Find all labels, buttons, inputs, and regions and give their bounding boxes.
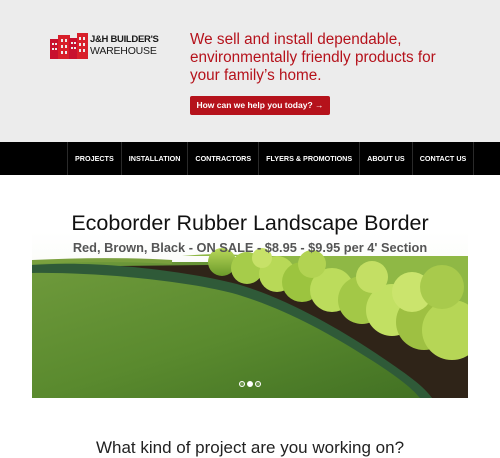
nav-item-about-us[interactable]: ABOUT US [359, 142, 412, 175]
help-cta-button[interactable]: How can we help you today? → [190, 96, 330, 115]
nav-item-installation[interactable]: INSTALLATION [120, 142, 188, 175]
carousel-dot[interactable] [255, 381, 261, 387]
site-header: J&H BUILDER'S WAREHOUSE We sell and inst… [0, 0, 500, 142]
garden-border-photo [32, 232, 468, 398]
nav-item-flyers-promotions[interactable]: FLYERS & PROMOTIONS [258, 142, 359, 175]
carousel-dot[interactable] [239, 381, 245, 387]
carousel-indicators [239, 381, 261, 387]
nav-item-projects[interactable]: PROJECTS [67, 142, 121, 175]
brand-logo[interactable]: J&H BUILDER'S WAREHOUSE [50, 33, 159, 59]
hero-slide-image[interactable] [32, 232, 468, 398]
building-logo-icon [50, 33, 88, 59]
hero-subtitle: Red, Brown, Black - ON SALE - $8.95 - $9… [72, 240, 428, 255]
carousel-dot-active[interactable] [247, 381, 253, 387]
hero-title: Ecoborder Rubber Landscape Border [71, 211, 429, 235]
brand-name-line2: WAREHOUSE [90, 44, 157, 57]
nav-item-contact-us[interactable]: CONTACT US [411, 142, 475, 175]
brand-wordmark: J&H BUILDER'S WAREHOUSE [90, 34, 159, 57]
nav-item-contractors[interactable]: CONTRACTORS [187, 142, 258, 175]
main-nav: PROJECTS INSTALLATION CONTRACTORS FLYERS… [0, 142, 500, 175]
brand-name-line1: J&H BUILDER'S [90, 34, 159, 45]
project-question-heading: What kind of project are you working on? [95, 438, 405, 457]
header-tagline: We sell and install dependable, environm… [190, 31, 436, 84]
